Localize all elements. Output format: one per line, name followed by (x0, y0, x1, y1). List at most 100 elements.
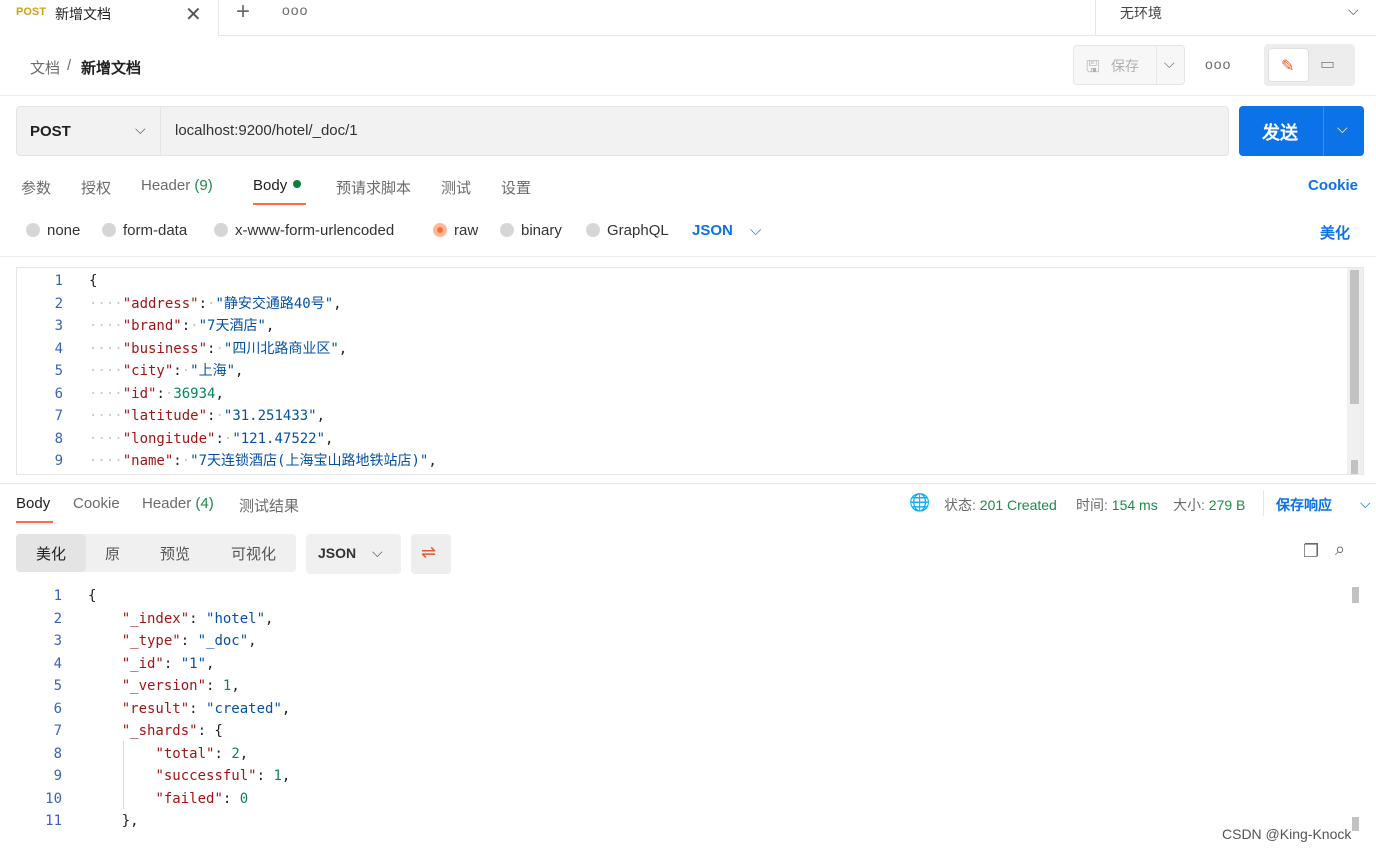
code-line: ····"id":·36934, (89, 383, 437, 406)
code-token: "hotel" (206, 610, 266, 627)
tab-body-label: Body (253, 177, 288, 194)
close-icon[interactable]: ✕ (185, 2, 202, 27)
code-token: "latitude" (122, 408, 208, 424)
code-token: , (265, 318, 275, 334)
code-token: ···· (89, 363, 123, 379)
active-tab-indicator (253, 203, 306, 205)
code-token: : (163, 655, 181, 672)
tab-method-badge: POST (16, 6, 46, 18)
more-icon[interactable]: ooo (1205, 56, 1231, 72)
code-token: "id" (122, 385, 157, 402)
save-button[interactable]: 🖫 保存 ⌵ (1073, 45, 1185, 85)
response-tab-headers[interactable]: Header (4) (142, 495, 214, 512)
code-token: · (215, 340, 224, 357)
request-body-editor[interactable]: 123456789 {····"address":·"静安交通路40号", ···… (16, 267, 1364, 475)
code-token: , (338, 340, 348, 357)
code-token: "_version" (121, 678, 207, 694)
scrollbar-thumb[interactable] (1352, 587, 1359, 603)
beautify-button[interactable]: 美化 (1320, 222, 1350, 243)
send-label: 发送 (1262, 123, 1298, 143)
save-response-label: 保存响应 (1276, 497, 1332, 513)
code-token: "business" (122, 340, 208, 357)
line-number: 9 (53, 768, 62, 784)
radio-circle (102, 223, 116, 237)
line-numbers: 1 2 3 4 5 6 7 8 9 (17, 270, 79, 473)
format-preview[interactable]: 预览 (160, 543, 190, 564)
response-body-viewer[interactable]: 1 2 3 4 5 6 7 8 9 10 11 { "_index": "hotel", "_typ… (16, 585, 1366, 847)
code-token: : (173, 453, 182, 469)
code-token: , (231, 678, 240, 694)
request-tab[interactable]: POST 新增文档 ✕ (0, 0, 219, 36)
response-language-select[interactable]: JSON ⌵ (306, 534, 401, 574)
code-content[interactable]: {····"address":·"静安交通路40号", ····"brand":·… (89, 270, 437, 473)
code-token: }, (88, 813, 139, 829)
line-number: 8 (53, 745, 62, 762)
chevron-down-icon[interactable]: ⌵ (1164, 55, 1175, 72)
line-numbers: 1 2 3 4 5 6 7 8 9 10 11 (16, 585, 78, 833)
tab-headers[interactable]: Header (9) (141, 177, 213, 194)
tab-body[interactable]: Body (253, 177, 302, 194)
code-token: { (88, 588, 97, 604)
format-raw[interactable]: 原 (105, 543, 120, 564)
code-token: "brand" (122, 318, 182, 334)
scrollbar-thumb[interactable] (1350, 270, 1359, 404)
chevron-down-icon[interactable]: ⌵ (1337, 120, 1348, 137)
response-tab-cookie[interactable]: Cookie (73, 495, 120, 512)
format-pretty[interactable]: 美化 (16, 534, 86, 572)
response-tab-body[interactable]: Body (16, 495, 50, 512)
code-token: : (181, 318, 191, 334)
response-tab-test-results[interactable]: 测试结果 (239, 495, 299, 516)
code-line: { (88, 585, 290, 608)
code-token: "name" (122, 453, 174, 469)
code-token: , (215, 385, 224, 402)
save-response-button[interactable]: 保存响应 ⌵ (1276, 495, 1371, 515)
edit-mode-button[interactable]: ✎ (1268, 48, 1309, 82)
tab-params[interactable]: 参数 (21, 177, 51, 198)
scrollbar-arrow[interactable] (1351, 460, 1358, 474)
tab-settings[interactable]: 设置 (501, 177, 531, 198)
active-tab-indicator (16, 521, 53, 523)
response-headers-count: (4) (195, 495, 214, 512)
language-select[interactable]: JSON ⌵ (692, 222, 761, 239)
code-token: · (181, 363, 191, 379)
code-token: ···· (89, 385, 123, 402)
radio-label: raw (454, 222, 479, 239)
tab-pre-request-script[interactable]: 预请求脚本 (336, 177, 411, 198)
code-token: , (281, 700, 291, 717)
tab-tests[interactable]: 测试 (441, 177, 471, 198)
code-line: "_version": 1, (88, 675, 290, 698)
code-line: "failed": 0 (88, 788, 290, 811)
line-number: 8 (54, 430, 63, 447)
more-icon[interactable]: ooo (282, 2, 308, 18)
radio-label: none (47, 222, 81, 239)
response-size: 大小: 279 B (1173, 495, 1245, 515)
send-button[interactable]: 发送 ⌵ (1239, 106, 1364, 156)
tab-auth[interactable]: 授权 (81, 177, 111, 198)
breadcrumb-parent[interactable]: 文档 (30, 57, 60, 78)
wrap-lines-button[interactable]: ⇌ (411, 534, 451, 574)
code-content[interactable]: { "_index": "hotel", "_type": "_doc", "_… (88, 585, 290, 833)
scrollbar[interactable] (1347, 268, 1363, 474)
code-token: : (180, 633, 198, 649)
search-icon[interactable]: ⌕ (1335, 539, 1345, 560)
copy-icon[interactable]: ❐ (1303, 541, 1319, 562)
breadcrumb-current[interactable]: 新增文档 (81, 57, 141, 78)
cookie-link[interactable]: Cookie (1308, 177, 1358, 194)
format-visualize[interactable]: 可视化 (231, 543, 276, 564)
code-token: : (189, 700, 207, 717)
code-line: { (89, 270, 437, 293)
plus-icon[interactable]: + (236, 0, 250, 26)
code-line: ····"longitude":·"121.47522", (89, 428, 437, 451)
comment-icon[interactable]: ▭ (1320, 54, 1335, 74)
globe-icon[interactable]: 🌐 (909, 493, 930, 513)
line-number: 4 (54, 340, 63, 357)
code-line: ····"name":·"7天连锁酒店(上海宝山路地铁站店)", (89, 450, 437, 473)
radio-circle (26, 223, 40, 237)
url-input[interactable]: localhost:9200/hotel/_doc/1 (160, 106, 1229, 156)
scrollbar-arrow[interactable] (1352, 817, 1359, 831)
method-select[interactable]: POST ⌵ (16, 106, 161, 156)
radio-label: x-www-form-urlencoded (235, 222, 395, 239)
environment-selector[interactable]: 无环境 ⌵ (1095, 0, 1376, 36)
line-number: 5 (54, 363, 63, 379)
